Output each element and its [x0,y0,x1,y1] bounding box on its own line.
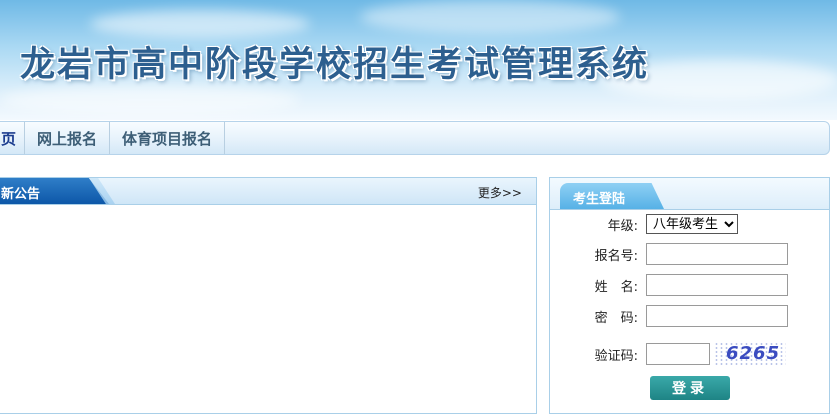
captcha-input[interactable] [646,343,710,365]
nav-item-home[interactable]: 页 [0,122,26,154]
login-button[interactable]: 登录 [650,376,730,400]
captcha-image[interactable]: 6265 [714,342,786,366]
announcement-header: 新公告 更多>> [0,178,536,205]
login-header: 考生登陆 [550,178,829,210]
cloud-decoration [90,10,310,38]
grade-select[interactable]: 八年级考生 [646,214,738,234]
nav-item-online-registration[interactable]: 网上报名 [25,122,111,154]
grade-row: 年级: 八年级考生 [550,214,738,234]
more-link[interactable]: 更多>> [478,184,522,201]
captcha-row: 验证码: 6265 [550,342,786,366]
login-tab-label: 考生登陆 [573,192,626,207]
nav-item-sports-registration[interactable]: 体育项目报名 [110,122,226,154]
cloud-decoration [0,85,300,115]
cloud-decoration [360,0,620,34]
name-label: 姓 名: [594,279,638,295]
password-input[interactable] [646,305,788,327]
password-row: 密 码: [550,305,788,327]
grade-label: 年级: [607,218,638,234]
password-label: 密 码: [594,310,638,326]
site-title: 龙岩市高中阶段学校招生考试管理系统 [20,45,650,85]
announcement-panel: 新公告 更多>> [0,177,537,414]
announcement-title: 新公告 [1,187,41,202]
login-panel: 考生登陆 年级: 八年级考生 报名号: 姓 名: 密 码: 验证码: 6265 … [549,177,830,414]
regno-row: 报名号: [550,243,788,265]
main-nav: 页 网上报名 体育项目报名 [0,121,830,155]
name-input[interactable] [646,274,788,296]
regno-label: 报名号: [594,248,638,264]
captcha-code: 6265 [726,343,781,364]
regno-input[interactable] [646,243,788,265]
header-banner: 龙岩市高中阶段学校招生考试管理系统 [0,0,837,120]
captcha-label: 验证码: [594,348,638,364]
name-row: 姓 名: [550,274,788,296]
